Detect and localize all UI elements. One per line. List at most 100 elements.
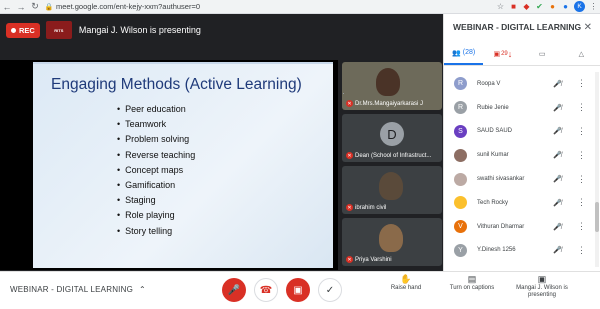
participant-video [376,68,400,96]
participant-tile[interactable]: D ✕ Dean (School of Infrastruct... [342,114,442,162]
participant-tiles: ⋯ ✕Dr.Mrs.Mangaiyarkarasi J D ✕Dean (Sch… [338,60,443,270]
forward-icon[interactable]: → [14,0,28,14]
people-count: (28) [462,49,476,56]
browser-toolbar: ← → ↻ 🔒 meet.google.com/ent-kejy-xxm?aut… [0,0,600,14]
avatar: Y [454,243,467,257]
close-icon[interactable]: ✕ [584,22,592,33]
tile-name: ✕ ibrahim civil [346,204,387,211]
mic-off-icon: ✕ [346,100,353,107]
shapes-icon: △ [578,50,585,58]
list-item[interactable]: R Roopa V 🎤̸ ⋮ [444,72,600,96]
presenting-label: Mangai J. Wilson is presenting [78,25,201,35]
slide-bullet: Reverse teaching [117,148,195,163]
slide-bullet: Story telling [117,224,195,239]
participant-avatar: D [380,122,404,146]
more-options-icon[interactable]: ⋮ [577,78,586,89]
list-item[interactable]: swathi sivasankar 🎤̸ ⋮ [444,167,600,191]
mic-off-icon[interactable]: 🎤̸ [553,104,562,112]
present-screen-icon: ▣ [537,274,547,284]
more-options-icon[interactable]: ⋮ [577,174,586,185]
tab-activities-shapes[interactable]: △ [562,42,600,65]
panel-scrollbar[interactable] [595,72,599,267]
meeting-details-toggle[interactable]: WEBINAR - DIGITAL LEARNING ⌃ [10,285,146,294]
mic-off-icon[interactable]: 🎤̸ [553,127,562,135]
mic-off-icon: ✕ [346,204,353,211]
sync-extension-icon[interactable]: ● [559,1,572,13]
reload-icon[interactable]: ↻ [28,0,42,14]
mic-off-icon[interactable]: 🎤̸ [553,175,562,183]
more-options-icon[interactable]: ⋮ [577,102,586,113]
list-item[interactable]: Tech Rocky 🎤̸ ⋮ [444,191,600,215]
tab-activities[interactable]: ▣ 29 ↓ [483,42,522,65]
puzzle-extension-icon[interactable]: ● [546,1,559,13]
mic-off-icon[interactable]: 🎤̸ [553,246,562,254]
menu-icon[interactable]: ⋮ [587,1,600,13]
participant-name: sunil Kumar [477,152,509,159]
check-icon: ✓ [325,284,335,296]
mic-off-icon[interactable]: 🎤̸ [553,223,562,231]
camera-toggle-button[interactable]: ▣ [286,278,310,302]
presentation-slide: Engaging Methods (Active Learning) Peer … [33,62,333,268]
people-icon: 👥 [452,49,461,57]
mic-toggle-button[interactable]: 🎤 [222,278,246,302]
slide-bullet-list: Peer education Teamwork Problem solving … [117,102,195,239]
arrow-down-icon: ↓ [507,48,513,59]
rec-label: REC [19,25,35,35]
scroll-thumb[interactable] [595,202,599,232]
tile-more-icon[interactable]: ⋯ [342,88,345,99]
more-options-icon[interactable]: ⋮ [577,126,586,137]
profile-avatar[interactable]: K [574,1,585,12]
more-options-icon[interactable]: ⋮ [577,150,586,161]
presenting-button[interactable]: ▣ Mangai J. Wilson is presenting [514,274,570,299]
meeting-title: WEBINAR - DIGITAL LEARNING [10,285,133,294]
leave-call-button[interactable]: ☎ [254,278,278,302]
participant-tile[interactable]: ⋯ ✕Dr.Mrs.Mangaiyarkarasi J [342,62,442,110]
chat-icon: ▭ [538,50,546,58]
mic-off-icon: ✕ [346,256,353,263]
raise-hand-button[interactable]: ✋ Raise hand [388,275,424,292]
tab-people[interactable]: 👥 (28) [444,42,484,65]
more-options-icon[interactable]: ⋮ [577,197,586,208]
tab-chat[interactable]: ▭ [523,42,562,65]
more-options-icon[interactable]: ⋮ [577,245,586,256]
participant-tile[interactable]: ✕ ibrahim civil [342,166,442,214]
presenting-status: Mangai J. Wilson is presenting [516,285,568,298]
check-extension-icon[interactable]: ✔ [533,1,546,13]
mic-off-icon[interactable]: 🎤̸ [553,199,562,207]
camera-extension-icon[interactable]: ■ [507,1,520,13]
mic-off-icon[interactable]: 🎤̸ [553,80,562,88]
extension-check-button[interactable]: ✓ [318,278,342,302]
participant-list: R Roopa V 🎤̸ ⋮ R Rubie Jenie 🎤̸ ⋮ S SAUD… [444,72,600,262]
list-item[interactable]: Y Y.Dinesh 1256 🎤̸ ⋮ [444,239,600,263]
star-icon[interactable]: ☆ [494,1,507,13]
list-item[interactable]: R Rubie Jenie 🎤̸ ⋮ [444,96,600,120]
avatar: S [454,124,467,138]
record-dot-icon [11,27,16,33]
back-icon[interactable]: ← [0,0,14,14]
tile-name: ✕ Dean (School of Infrastruct... [346,152,432,159]
shield-extension-icon[interactable]: ◆ [520,1,533,13]
lock-icon[interactable]: 🔒 [44,3,54,11]
meeting-controls-bar: WEBINAR - DIGITAL LEARNING ⌃ 🎤 ☎ ▣ ✓ ✋ R… [0,271,600,309]
slide-bullet: Gamification [117,178,195,193]
list-item[interactable]: S SAUD SAUD 🎤̸ ⋮ [444,120,600,144]
list-item[interactable]: sunil Kumar 🎤̸ ⋮ [444,143,600,167]
participant-name: Vithuran Dharmar [477,223,525,230]
list-item[interactable]: V Vithuran Dharmar 🎤̸ ⋮ [444,215,600,239]
participant-tile[interactable]: ✕ Priya Varshini [342,218,442,266]
more-options-icon[interactable]: ⋮ [577,221,586,232]
address-bar[interactable]: meet.google.com/ent-kejy-xxm?authuser=0 [56,2,494,11]
camera-off-icon: ▣ [293,284,303,296]
presenter-logo: RITS [45,21,72,39]
presentation-area: Engaging Methods (Active Learning) Peer … [0,60,338,270]
slide-title: Engaging Methods (Active Learning) [51,76,302,93]
hang-up-icon: ☎ [259,284,273,296]
chevron-up-icon: ⌃ [139,285,146,294]
captions-icon: ▤ [467,274,477,284]
mic-off-icon[interactable]: 🎤̸ [553,151,562,159]
participant-name: Tech Rocky [477,199,509,206]
panel-tabs: 👥 (28) ▣ 29 ↓ ▭ △ [444,42,600,66]
captions-button[interactable]: ▤ Turn on captions [446,274,498,292]
participant-name: swathi sivasankar [477,176,525,183]
participant-name: Y.Dinesh 1256 [477,247,516,254]
